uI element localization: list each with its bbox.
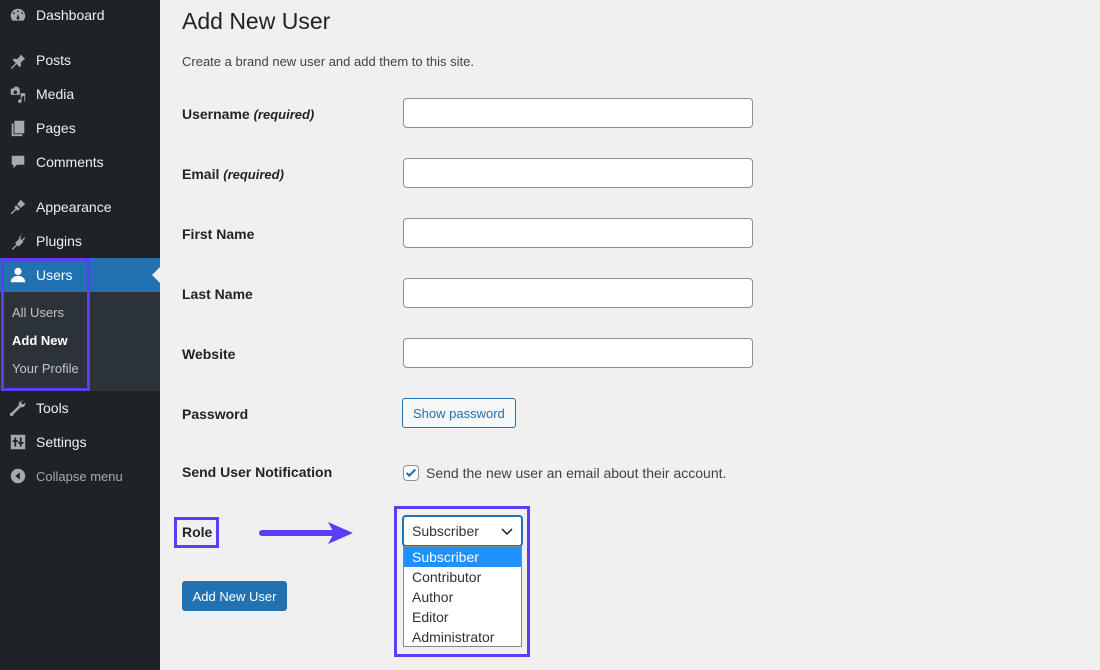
plugin-icon (8, 231, 28, 251)
submenu-item-all-users[interactable]: All Users (12, 305, 64, 320)
sidebar-item-label: Media (36, 86, 75, 102)
sidebar-item-label: Posts (36, 52, 72, 68)
sidebar-item-dashboard[interactable]: Dashboard (0, 0, 160, 32)
chevron-down-icon (501, 528, 513, 536)
show-password-button[interactable]: Show password (402, 398, 516, 428)
role-label: Role (182, 524, 213, 540)
sidebar-item-pages[interactable]: Pages (0, 111, 160, 145)
website-input[interactable] (403, 338, 753, 368)
sidebar-item-label: Comments (36, 154, 104, 170)
role-option-administrator[interactable]: Administrator (404, 627, 521, 647)
last-name-input[interactable] (403, 278, 753, 308)
email-input[interactable] (403, 158, 753, 188)
collapse-menu-label: Collapse menu (36, 468, 123, 484)
media-icon (8, 84, 28, 104)
sidebar-item-posts[interactable]: Posts (0, 43, 160, 77)
sidebar-item-label: Pages (36, 120, 76, 136)
role-option-subscriber[interactable]: Subscriber (404, 547, 521, 567)
first-name-label: First Name (182, 226, 255, 242)
paintbrush-icon (8, 197, 28, 217)
sidebar-item-comments[interactable]: Comments (0, 145, 160, 179)
user-icon (8, 265, 28, 285)
collapse-icon (8, 466, 28, 486)
sidebar-item-label: Tools (36, 400, 69, 416)
role-select[interactable]: Subscriber (403, 516, 522, 546)
admin-sidebar: Dashboard Posts Media Pages Comments App… (0, 0, 160, 670)
users-submenu: All Users Add New Your Profile (0, 292, 160, 391)
last-name-label: Last Name (182, 286, 253, 302)
sidebar-item-tools[interactable]: Tools (0, 391, 160, 425)
arrow-right-icon (259, 522, 353, 544)
sidebar-item-appearance[interactable]: Appearance (0, 190, 160, 224)
wrench-icon (8, 398, 28, 418)
sidebar-item-label: Dashboard (36, 7, 105, 23)
notification-checkbox[interactable] (403, 465, 419, 481)
pin-icon (8, 50, 28, 70)
submenu-item-add-new[interactable]: Add New (12, 333, 68, 348)
dashboard-icon (8, 5, 28, 25)
sidebar-item-plugins[interactable]: Plugins (0, 224, 160, 258)
add-new-user-button[interactable]: Add New User (182, 581, 287, 611)
sidebar-item-label: Users (36, 267, 73, 283)
website-label: Website (182, 346, 236, 362)
settings-icon (8, 432, 28, 452)
role-select-value: Subscriber (412, 523, 479, 539)
role-option-contributor[interactable]: Contributor (404, 567, 521, 587)
role-option-author[interactable]: Author (404, 587, 521, 607)
page-description: Create a brand new user and add them to … (182, 54, 474, 69)
sidebar-item-settings[interactable]: Settings (0, 425, 160, 459)
page-title: Add New User (182, 8, 331, 34)
pages-icon (8, 118, 28, 138)
sidebar-item-media[interactable]: Media (0, 77, 160, 111)
role-dropdown: Subscriber Contributor Author Editor Adm… (403, 546, 522, 647)
sidebar-item-label: Appearance (36, 199, 112, 215)
role-option-editor[interactable]: Editor (404, 607, 521, 627)
email-label: Email (required) (182, 166, 284, 182)
notification-checkbox-label: Send the new user an email about their a… (426, 465, 727, 481)
password-label: Password (182, 406, 249, 422)
checkmark-icon (405, 468, 417, 478)
active-indicator (152, 267, 160, 283)
notification-label: Send User Notification (182, 464, 333, 480)
submenu-item-your-profile[interactable]: Your Profile (12, 361, 79, 376)
first-name-input[interactable] (403, 218, 753, 248)
collapse-menu-button[interactable]: Collapse menu (0, 459, 160, 493)
sidebar-item-label: Plugins (36, 233, 82, 249)
username-label: Username (required) (182, 106, 315, 122)
sidebar-item-label: Settings (36, 434, 87, 450)
comment-icon (8, 152, 28, 172)
username-input[interactable] (403, 98, 753, 128)
sidebar-item-users[interactable]: Users (0, 258, 160, 292)
